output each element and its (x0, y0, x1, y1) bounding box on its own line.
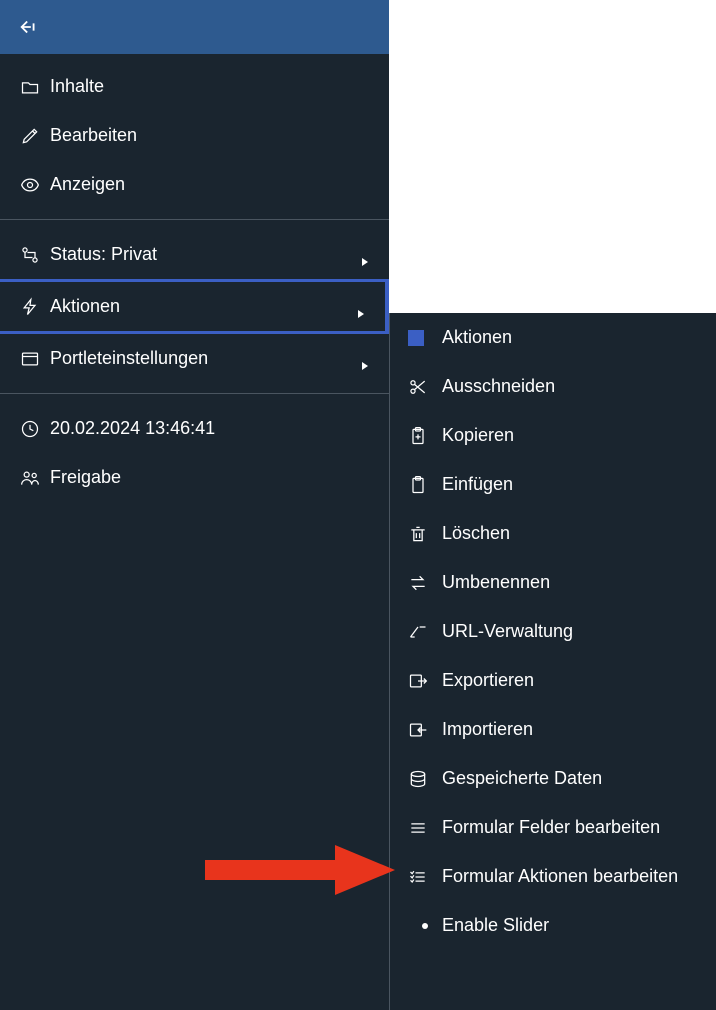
submenu-header-label: Aktionen (442, 327, 512, 348)
menu-item-status[interactable]: Status: Privat (0, 230, 389, 279)
submenu-item-rename[interactable]: Umbenennen (390, 558, 716, 607)
menu-section-main: Inhalte Bearbeiten Anzeigen (0, 54, 389, 217)
menu-item-label: Status: Privat (50, 244, 361, 265)
swap-icon (408, 573, 442, 593)
submenu-item-edit-fields[interactable]: Formular Felder bearbeiten (390, 803, 716, 852)
submenu-item-label: Einfügen (442, 474, 513, 495)
submenu-item-paste[interactable]: Einfügen (390, 460, 716, 509)
menu-item-edit[interactable]: Bearbeiten (0, 111, 389, 160)
menu-item-label: Aktionen (50, 296, 357, 317)
submenu-item-label: Importieren (442, 719, 533, 740)
lightning-icon (20, 297, 50, 317)
submenu-item-label: Formular Felder bearbeiten (442, 817, 660, 838)
menu-item-label: Anzeigen (50, 174, 369, 195)
submenu-item-cut[interactable]: Ausschneiden (390, 362, 716, 411)
square-icon (408, 330, 442, 346)
import-icon (408, 720, 442, 740)
users-icon (20, 468, 50, 488)
submenu-item-copy[interactable]: Kopieren (390, 411, 716, 460)
menu-item-label: Portleteinstellungen (50, 348, 361, 369)
menu-item-label: Freigabe (50, 467, 369, 488)
submenu-item-label: Löschen (442, 523, 510, 544)
folder-icon (20, 77, 50, 97)
divider (0, 219, 389, 220)
menu-section-actions: Status: Privat Aktionen Portleteinstellu… (0, 222, 389, 391)
clipboard-plus-icon (408, 426, 442, 446)
actions-submenu: Aktionen Ausschneiden Kopieren Einfügen … (389, 313, 716, 1010)
menu-item-label: Inhalte (50, 76, 369, 97)
checklist-icon (408, 867, 442, 887)
submenu-item-label: Ausschneiden (442, 376, 555, 397)
menu-item-contents[interactable]: Inhalte (0, 62, 389, 111)
chevron-right-icon (361, 355, 369, 363)
back-icon[interactable] (18, 16, 40, 38)
submenu-item-edit-actions[interactable]: Formular Aktionen bearbeiten (390, 852, 716, 901)
submenu-item-label: Umbenennen (442, 572, 550, 593)
submenu-item-label: Exportieren (442, 670, 534, 691)
submenu-item-label: Formular Aktionen bearbeiten (442, 866, 678, 887)
clipboard-icon (408, 475, 442, 495)
submenu-item-enable-slider[interactable]: Enable Slider (390, 901, 716, 950)
submenu-item-export[interactable]: Exportieren (390, 656, 716, 705)
scissors-icon (408, 377, 442, 397)
submenu-item-import[interactable]: Importieren (390, 705, 716, 754)
menu-section-info: 20.02.2024 13:46:41 Freigabe (0, 396, 389, 510)
menu-item-sharing[interactable]: Freigabe (0, 453, 389, 502)
submenu-item-label: Gespeicherte Daten (442, 768, 602, 789)
submenu-item-saved-data[interactable]: Gespeicherte Daten (390, 754, 716, 803)
eye-icon (20, 175, 50, 195)
menu-item-timestamp[interactable]: 20.02.2024 13:46:41 (0, 404, 389, 453)
submenu-item-label: Kopieren (442, 425, 514, 446)
submenu-item-label: URL-Verwaltung (442, 621, 573, 642)
menu-item-actions[interactable]: Aktionen (0, 279, 389, 334)
chevron-right-icon (357, 303, 365, 311)
menu-item-label: Bearbeiten (50, 125, 369, 146)
submenu-item-delete[interactable]: Löschen (390, 509, 716, 558)
header-bar (0, 0, 389, 54)
submenu-item-label: Enable Slider (442, 915, 549, 936)
divider (0, 393, 389, 394)
menu-item-portlets[interactable]: Portleteinstellungen (0, 334, 389, 383)
window-icon (20, 349, 50, 369)
trash-icon (408, 524, 442, 544)
export-icon (408, 671, 442, 691)
chevron-right-icon (361, 251, 369, 259)
list-icon (408, 818, 442, 838)
workflow-icon (20, 245, 50, 265)
clock-icon (20, 419, 50, 439)
pencil-icon (20, 126, 50, 146)
submenu-item-url[interactable]: URL-Verwaltung (390, 607, 716, 656)
bullet-icon (408, 923, 442, 929)
submenu-header: Aktionen (390, 313, 716, 362)
database-icon (408, 769, 442, 789)
link-icon (408, 622, 442, 642)
sidebar: Inhalte Bearbeiten Anzeigen Status: Priv… (0, 0, 389, 1010)
menu-item-label: 20.02.2024 13:46:41 (50, 418, 369, 439)
menu-item-view[interactable]: Anzeigen (0, 160, 389, 209)
